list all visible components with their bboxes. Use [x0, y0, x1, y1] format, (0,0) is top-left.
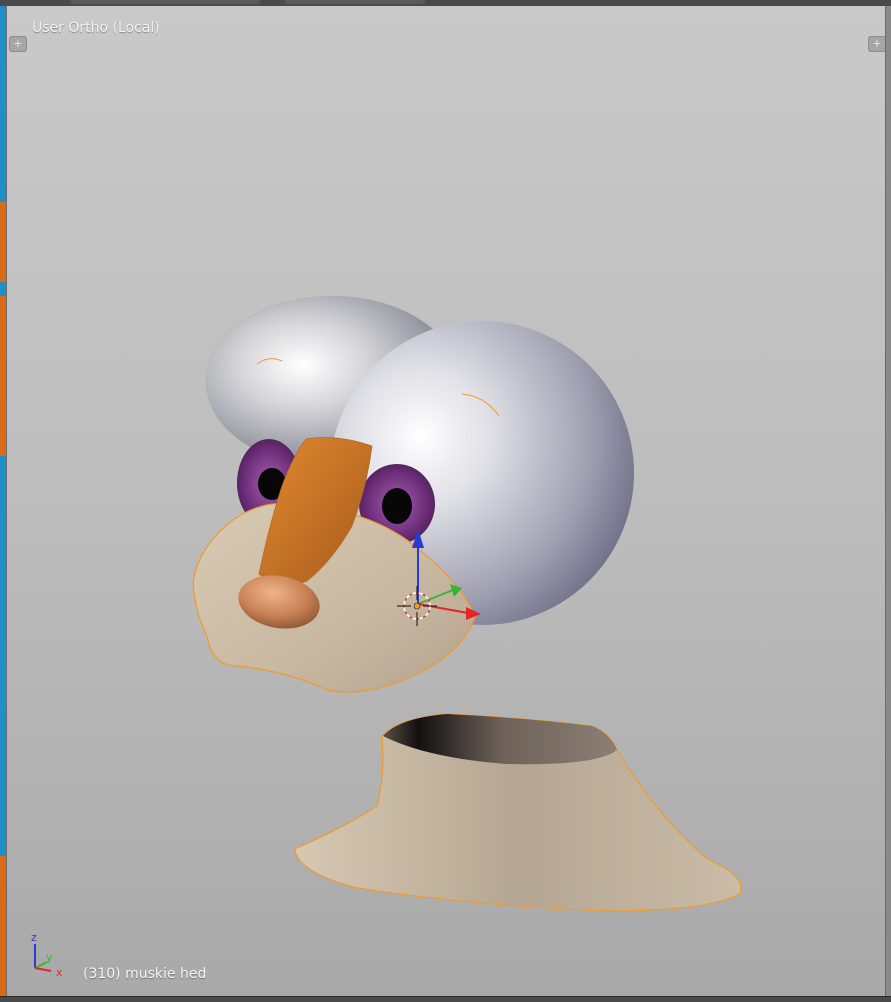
right-pupil — [382, 488, 412, 524]
3d-viewport[interactable]: User Ortho (Local) + + z y x (310) muski… — [6, 6, 887, 996]
viewport-scene[interactable] — [7, 6, 887, 996]
plus-icon: + — [872, 37, 882, 50]
object-origin-point[interactable] — [413, 602, 421, 610]
view-mode-label: User Ortho (Local) — [32, 20, 160, 36]
gizmo-y-label: y — [46, 951, 53, 964]
plus-icon: + — [13, 37, 23, 50]
viewport-right-edge — [885, 6, 891, 996]
tool-shelf-toggle[interactable]: + — [9, 36, 27, 52]
bottom-header-bar — [0, 996, 891, 1002]
properties-region-toggle[interactable]: + — [868, 36, 886, 52]
header-menu-segment[interactable] — [70, 0, 260, 4]
gizmo-x-line — [34, 967, 52, 972]
axis-orientation-gizmo: z y x — [31, 932, 63, 976]
header-menu-segment[interactable] — [285, 0, 425, 4]
active-object-label: (310) muskie hed — [83, 966, 207, 982]
gizmo-z-label: z — [31, 932, 37, 944]
gizmo-x-label: x — [56, 966, 63, 976]
